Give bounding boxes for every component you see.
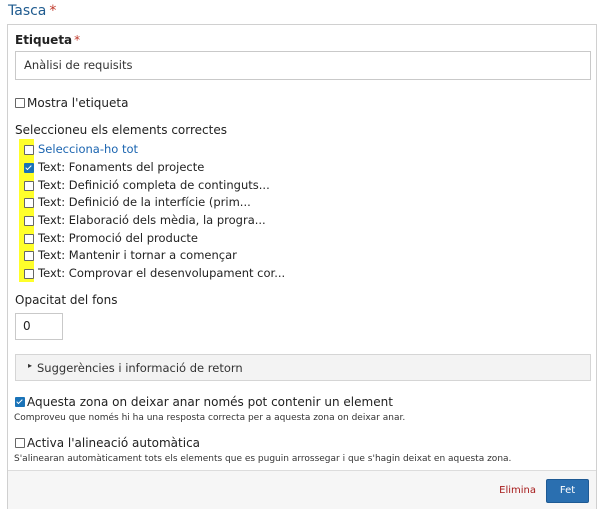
auto-align-label: Activa l'alineació automàtica: [27, 436, 201, 450]
single-element-toggle[interactable]: Aquesta zona on deixar anar només pot co…: [15, 395, 435, 409]
select-all-link[interactable]: Selecciona-ho tot: [38, 142, 138, 156]
required-mark: *: [74, 33, 81, 47]
element-checkbox[interactable]: [24, 269, 34, 279]
element-checkbox[interactable]: [24, 216, 34, 226]
panel-footer: Elimina Fet: [8, 470, 596, 509]
element-option-label: Text: Definició de la interfície (prim..…: [38, 195, 251, 209]
feedback-accordion-label: Suggerències i informació de retorn: [37, 361, 243, 375]
show-label-checkbox[interactable]: [15, 98, 25, 108]
element-checkbox[interactable]: [24, 234, 34, 244]
label-field-label-text: Etiqueta: [15, 33, 73, 47]
element-option[interactable]: Text: Definició completa de continguts..…: [24, 178, 354, 194]
element-option[interactable]: Text: Comprovar el desenvolupament cor..…: [24, 266, 354, 282]
opacity-input[interactable]: 0: [15, 313, 63, 340]
element-option[interactable]: Text: Promoció del producte: [24, 231, 354, 247]
select-all-option[interactable]: Selecciona-ho tot: [24, 142, 354, 158]
element-checkbox[interactable]: [24, 163, 34, 173]
element-option[interactable]: Text: Elaboració dels mèdia, la progra..…: [24, 213, 354, 229]
label-field-label: Etiqueta *: [15, 33, 80, 47]
element-checkbox[interactable]: [24, 198, 34, 208]
label-input[interactable]: Anàlisi de requisits: [15, 51, 591, 80]
element-option-label: Text: Promoció del producte: [38, 231, 199, 245]
element-checkbox[interactable]: [24, 181, 34, 191]
element-option-label: Text: Definició completa de continguts..…: [38, 178, 270, 192]
opacity-label: Opacitat del fons: [15, 293, 118, 307]
required-mark: *: [49, 3, 57, 19]
single-element-help: Comproveu que només hi ha una resposta c…: [14, 413, 406, 423]
feedback-accordion[interactable]: ▸ Suggerències i informació de retorn: [15, 354, 591, 381]
element-checkbox[interactable]: [24, 251, 34, 261]
element-option[interactable]: Text: Mantenir i tornar a començar: [24, 248, 354, 264]
page-title: Tasca *: [8, 3, 56, 19]
chevron-right-icon: ▸: [28, 361, 33, 370]
auto-align-toggle[interactable]: Activa l'alineació automàtica: [15, 436, 315, 450]
task-editor-panel: Etiqueta * Anàlisi de requisits Mostra l'…: [7, 24, 597, 509]
elements-heading: Seleccioneu els elements correctes: [15, 123, 227, 137]
single-element-label: Aquesta zona on deixar anar només pot co…: [27, 395, 393, 409]
auto-align-checkbox[interactable]: [15, 438, 25, 448]
done-button[interactable]: Fet: [546, 479, 589, 503]
single-element-checkbox[interactable]: [15, 397, 25, 407]
element-option-label: Text: Mantenir i tornar a començar: [38, 248, 237, 262]
show-label-toggle[interactable]: Mostra l'etiqueta: [15, 96, 215, 110]
element-option-label: Text: Elaboració dels mèdia, la progra..…: [38, 213, 266, 227]
element-option[interactable]: Text: Fonaments del projecte: [24, 160, 354, 176]
show-label-text: Mostra l'etiqueta: [27, 96, 129, 110]
element-option[interactable]: Text: Definició de la interfície (prim..…: [24, 195, 354, 211]
auto-align-help: S'alinearan automàticament tots els elem…: [14, 454, 512, 464]
delete-link[interactable]: Elimina: [499, 485, 536, 496]
element-option-label: Text: Fonaments del projecte: [38, 160, 205, 174]
select-all-checkbox[interactable]: [24, 145, 34, 155]
page-title-text: Tasca: [8, 3, 47, 19]
element-option-label: Text: Comprovar el desenvolupament cor..…: [38, 266, 286, 280]
